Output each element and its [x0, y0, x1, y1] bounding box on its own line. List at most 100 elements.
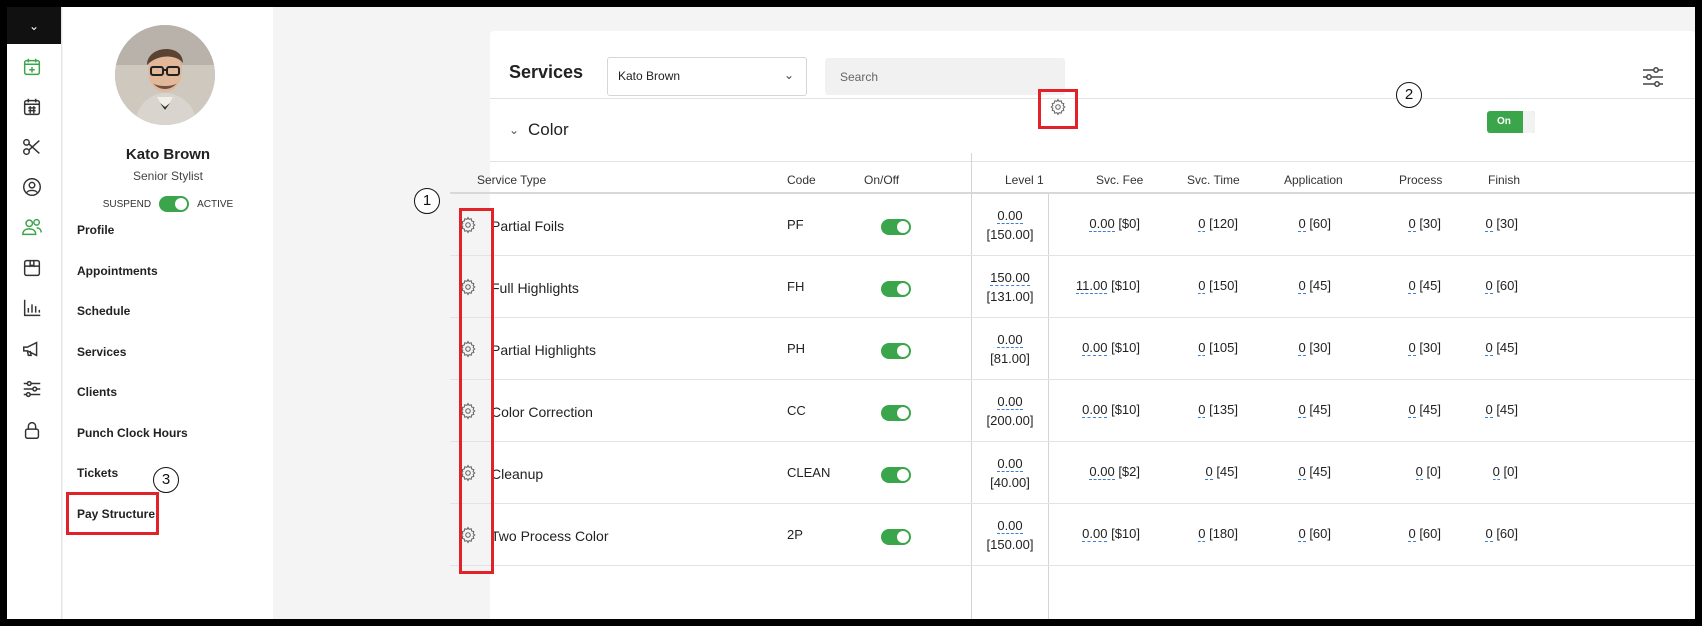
group-name: Color [528, 120, 569, 139]
svc-fee-cell-value[interactable]: 0.00 [1082, 402, 1108, 418]
level-1-base: [150.00] [986, 227, 1034, 242]
service-name: Color Correction [491, 404, 593, 420]
application-cell-base: [30] [1309, 340, 1331, 355]
service-name: Full Highlights [491, 280, 579, 296]
annotation-badge-1: 1 [414, 188, 440, 214]
application-cell-base: [60] [1309, 216, 1331, 231]
level-1-price[interactable]: 0.00 [997, 208, 1023, 224]
col-level-1: Level 1 [1005, 173, 1044, 187]
svc-time-cell-value[interactable]: 0 [1198, 340, 1206, 356]
avatar [115, 25, 215, 125]
service-on-off-toggle[interactable] [881, 467, 911, 483]
calendar-icon[interactable] [20, 95, 44, 119]
bar-chart-icon[interactable] [20, 296, 44, 320]
application-cell-value[interactable]: 0 [1298, 216, 1306, 232]
application-cell-value[interactable]: 0 [1298, 340, 1306, 356]
chevron-down-icon[interactable]: ⌄ [7, 7, 61, 44]
users-icon[interactable] [20, 215, 44, 239]
finish-cell: 0 [45] [1408, 402, 1518, 418]
level-1-price[interactable]: 0.00 [997, 332, 1023, 348]
scissors-icon[interactable] [20, 135, 44, 159]
stylist-select[interactable]: Kato Brown ⌄ [607, 57, 807, 96]
group-settings-highlight [1038, 89, 1078, 129]
svc-time-cell-value[interactable]: 0 [1198, 402, 1206, 418]
finish-cell-value[interactable]: 0 [1492, 464, 1500, 480]
pay-structure-highlight [66, 492, 159, 535]
sliders-icon[interactable] [20, 377, 44, 401]
col-service-type: Service Type [477, 173, 547, 187]
service-name: Partial Highlights [491, 342, 597, 358]
finish-cell-value[interactable]: 0 [1485, 402, 1493, 418]
nav-item-appointments[interactable]: Appointments [77, 264, 158, 278]
svc-time-cell-value[interactable]: 0 [1198, 216, 1206, 232]
svc-time-cell-value[interactable]: 0 [1198, 526, 1206, 542]
user-circle-icon[interactable] [20, 175, 44, 199]
gear-icon[interactable] [1049, 97, 1067, 121]
finish-cell-value[interactable]: 0 [1485, 526, 1493, 542]
service-on-off-toggle[interactable] [881, 219, 911, 235]
level-1-price[interactable]: 0.00 [997, 456, 1023, 472]
application-cell-value[interactable]: 0 [1298, 526, 1306, 542]
svc-fee-cell-value[interactable]: 0.00 [1089, 464, 1115, 480]
application-cell-value[interactable]: 0 [1298, 278, 1306, 294]
level-1-price[interactable]: 0.00 [997, 394, 1023, 410]
nav-item-services[interactable]: Services [77, 345, 126, 359]
nav-item-tickets[interactable]: Tickets [77, 466, 118, 480]
profile-role: Senior Stylist [132, 169, 204, 183]
svc-fee-cell: 0.00 [$10] [1030, 340, 1140, 356]
calendar-add-icon[interactable] [20, 55, 44, 79]
nav-item-schedule[interactable]: Schedule [77, 304, 130, 318]
finish-cell-value[interactable]: 0 [1485, 216, 1493, 232]
svc-fee-cell: 0.00 [$2] [1030, 464, 1140, 480]
svc-time-cell-value[interactable]: 0 [1198, 278, 1206, 294]
application-cell-value[interactable]: 0 [1298, 464, 1306, 480]
finish-cell: 0 [60] [1408, 526, 1518, 542]
col-code: Code [787, 173, 816, 187]
suspend-label: SUSPEND [102, 198, 152, 210]
application-cell: 0 [45] [1221, 402, 1331, 418]
application-cell: 0 [45] [1221, 464, 1331, 480]
package-icon[interactable] [20, 256, 44, 280]
level-1-base: [81.00] [990, 351, 1030, 366]
finish-cell-value[interactable]: 0 [1485, 340, 1493, 356]
finish-cell: 0 [60] [1408, 278, 1518, 294]
level-1-price[interactable]: 0.00 [997, 518, 1023, 534]
application-cell-base: [45] [1309, 402, 1331, 417]
nav-item-profile[interactable]: Profile [77, 223, 114, 237]
svc-fee-cell-value[interactable]: 0.00 [1089, 216, 1115, 232]
svc-fee-cell-value[interactable]: 0.00 [1082, 526, 1108, 542]
active-toggle[interactable] [159, 196, 190, 212]
service-on-off-toggle[interactable] [881, 405, 911, 421]
nav-item-clients[interactable]: Clients [77, 385, 117, 399]
nav-item-punch-clock-hours[interactable]: Punch Clock Hours [77, 426, 188, 440]
service-code: 2P [787, 527, 803, 542]
application-cell: 0 [60] [1221, 526, 1331, 542]
service-on-off-toggle[interactable] [881, 529, 911, 545]
stylist-select-value: Kato Brown [618, 69, 681, 83]
level-1-price[interactable]: 150.00 [990, 270, 1030, 286]
service-on-off-toggle[interactable] [881, 343, 911, 359]
group-on-toggle[interactable]: On [1487, 111, 1535, 133]
level-1-base: [200.00] [986, 413, 1034, 428]
svc-fee-cell-value[interactable]: 11.00 [1075, 278, 1108, 294]
service-code: CC [787, 403, 806, 418]
finish-cell-base: [45] [1496, 340, 1518, 355]
chevron-down-icon[interactable]: ⌄ [509, 123, 519, 137]
finish-cell-base: [60] [1496, 526, 1518, 541]
level-1-base: [150.00] [986, 537, 1034, 552]
icon-rail: ⌄ [7, 7, 62, 619]
svc-fee-cell-value[interactable]: 0.00 [1082, 340, 1108, 356]
finish-cell-base: [0] [1503, 464, 1518, 479]
col-svc-fee: Svc. Fee [1096, 173, 1144, 187]
service-on-off-toggle[interactable] [881, 281, 911, 297]
svc-fee-cell: 0.00 [$10] [1030, 402, 1140, 418]
svc-fee-cell: 0.00 [$10] [1030, 526, 1140, 542]
search-input[interactable] [825, 58, 1065, 95]
megaphone-icon[interactable] [20, 337, 44, 361]
lock-icon[interactable] [20, 418, 44, 442]
finish-cell-value[interactable]: 0 [1485, 278, 1493, 294]
application-cell-value[interactable]: 0 [1298, 402, 1306, 418]
chevron-down-icon: ⌄ [783, 68, 794, 82]
filter-sliders-icon[interactable] [1640, 64, 1666, 90]
svc-time-cell-value[interactable]: 0 [1205, 464, 1213, 480]
